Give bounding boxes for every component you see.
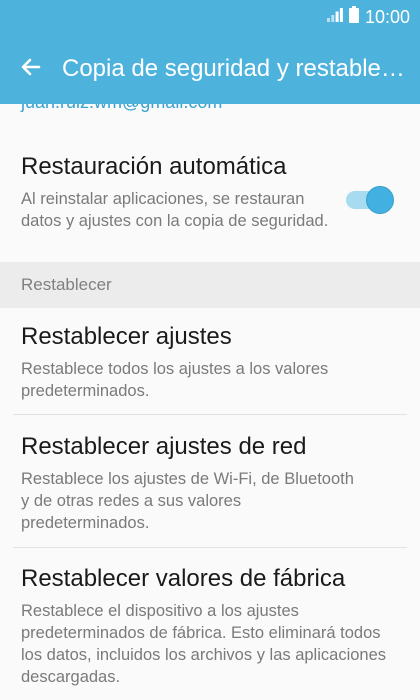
signal-icon bbox=[326, 7, 343, 27]
reset-settings-item[interactable]: Restablecer ajustes Restablece todos los… bbox=[0, 322, 420, 402]
auto-restore-description: Al reinstalar aplicaciones, se restauran… bbox=[21, 190, 329, 230]
status-time: 10:00 bbox=[364, 6, 410, 27]
settings-list: juan.ruiz.wm@gmail.com Restauración auto… bbox=[0, 104, 420, 700]
back-arrow-icon bbox=[19, 55, 43, 84]
reset-settings-title: Restablecer ajustes bbox=[21, 323, 232, 350]
battery-icon bbox=[348, 6, 359, 28]
section-header-reset: Restablecer bbox=[0, 262, 420, 308]
reset-network-title: Restablecer ajustes de red bbox=[21, 433, 307, 460]
page-title: Copia de seguridad y restablecer bbox=[62, 55, 412, 82]
factory-reset-description: Restablece el dispositivo a los ajustes … bbox=[21, 602, 387, 686]
status-bar: 10:00 bbox=[0, 0, 420, 34]
factory-reset-title: Restablecer valores de fábrica bbox=[21, 565, 346, 592]
divider bbox=[13, 414, 407, 415]
reset-network-item[interactable]: Restablecer ajustes de red Restablece lo… bbox=[0, 432, 420, 534]
reset-settings-description: Restablece todos los ajustes a los valor… bbox=[21, 360, 329, 400]
factory-reset-item[interactable]: Restablecer valores de fábrica Restablec… bbox=[0, 564, 420, 688]
auto-restore-title: Restauración automática bbox=[21, 153, 287, 180]
auto-restore-item[interactable]: Restauración automática Al reinstalar ap… bbox=[0, 152, 330, 232]
back-button[interactable] bbox=[0, 34, 62, 104]
reset-network-description: Restablece los ajustes de Wi-Fi, de Blue… bbox=[21, 470, 354, 532]
backup-account-email[interactable]: juan.ruiz.wm@gmail.com bbox=[21, 104, 222, 113]
divider bbox=[13, 547, 407, 548]
app-bar: Copia de seguridad y restablecer bbox=[0, 34, 420, 104]
auto-restore-toggle[interactable] bbox=[346, 184, 398, 216]
toggle-knob bbox=[366, 186, 394, 214]
